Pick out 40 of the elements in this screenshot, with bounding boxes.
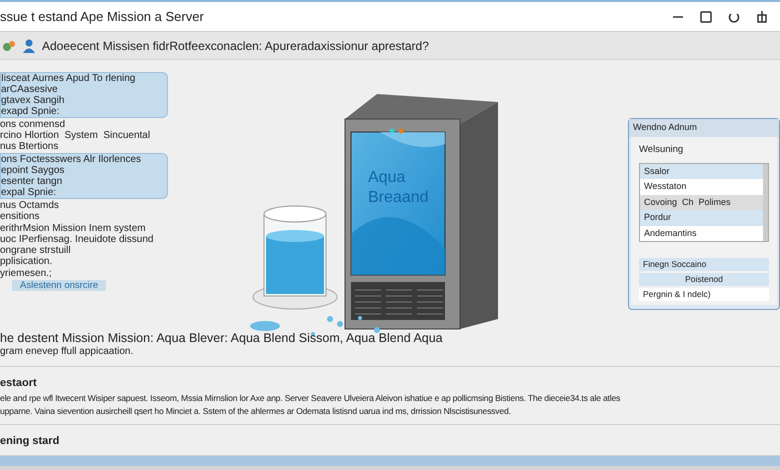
text-line: Iisceat Aurnes Apud To rlening	[1, 73, 136, 84]
section-heading: estaort	[0, 376, 38, 391]
section-text: upparne. Vaina sievention ausircheill qsert ho Minciet a. Sstem of the ahlermes ar Odemata listisnd uarua ind ms, drrission Nlscistisunessved.	[0, 404, 512, 418]
section-text: ele and rpe wfl Itwecent Wisiper sapuest. Isseom, Mssia Mirnslion lor Axe anp. Server Seavere Ulveiera Aleivon ishatiue e ap pollicmsing Bistiens. The dieceie34.ts ale atles	[0, 392, 622, 404]
text-line: yriemesen.;	[0, 268, 53, 279]
text-line: esenter tangn	[1, 176, 64, 187]
text-line: ons Foctessswers Alr Ilorlences	[1, 154, 142, 165]
scrollbar[interactable]	[763, 164, 768, 242]
text-line: nus Octamds	[0, 200, 60, 211]
text-line: rcino Hlortion System Sincuental	[0, 130, 152, 141]
text-line: uoc IPerfiensag. Ineuidote dissund	[0, 234, 154, 245]
text-line: gtavex Sangih	[1, 95, 66, 106]
maximize-icon[interactable]	[700, 10, 712, 22]
text-line: erithrMsion Mission Inem system	[0, 223, 147, 234]
text-line: epoint Saygos	[1, 165, 66, 176]
dialog-row: Finegn Soccaino	[639, 258, 769, 271]
text-line: arCAasesive	[1, 84, 59, 95]
user-icon[interactable]	[22, 38, 36, 52]
section-heading: ening stard	[0, 434, 60, 448]
list-item[interactable]: Covoing Ch Polimes	[640, 194, 763, 210]
text-line: ons conmensd	[0, 119, 66, 130]
summary-text: he destent Mission Mission: Aqua Blever: Aqua Blend Sissom, Aqua Blend Aqua	[0, 332, 444, 345]
refresh-icon[interactable]	[728, 10, 740, 22]
text-line: nus Btertions	[0, 141, 60, 152]
text-line: pplisication.	[0, 256, 54, 267]
list-item[interactable]: Pordur	[640, 210, 763, 226]
dialog-title: Wendno Adnum	[629, 119, 779, 136]
summary-text: gram enevep ffull appicaation.	[0, 345, 134, 358]
text-line: expal Spnie:	[1, 187, 58, 198]
list-item[interactable]: Ssalor	[640, 164, 763, 180]
text-line: exapd Spnie:	[1, 106, 60, 117]
toolbar-text: Adoeecent Missisen fidrRotfeexconaclen: Apureradaxissionur aprestard?	[42, 38, 429, 54]
window-title: ssue t estand Ape Mission a Server	[0, 8, 204, 26]
dialog-label: Welsuning	[639, 142, 684, 156]
dialog-row: Poistenod	[639, 273, 769, 286]
text-line: ongrane strstuill	[0, 245, 72, 256]
tag-label: Aslestenn onsrcire	[12, 280, 106, 291]
text-line: ensitions	[0, 211, 40, 222]
users-icon[interactable]	[2, 38, 16, 52]
dialog-row: Pergnin & I ndelc)	[639, 288, 769, 300]
